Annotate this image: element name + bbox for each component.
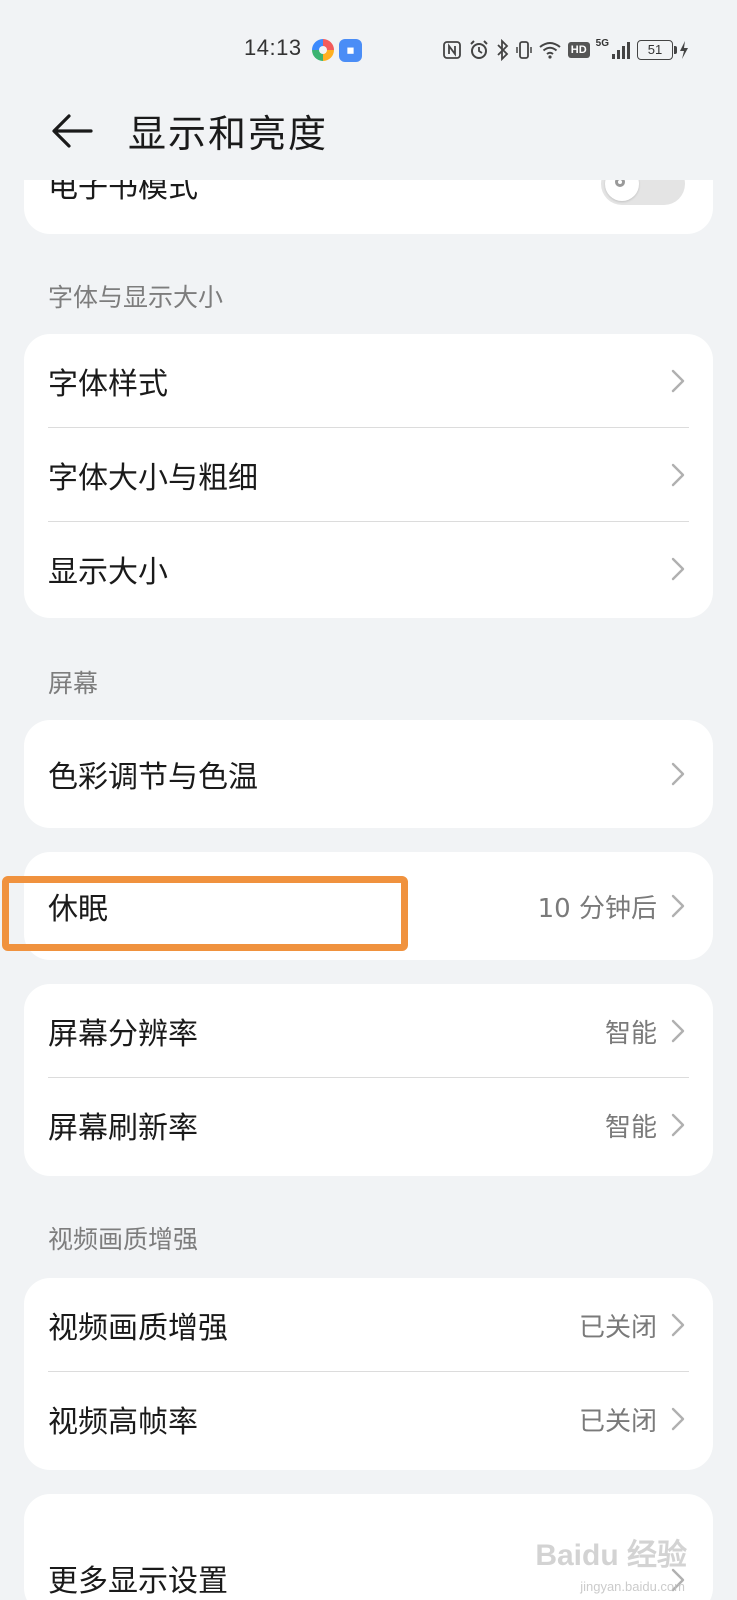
charging-icon [680,41,688,59]
bank-app-notification-icon: ◼ [339,39,362,62]
chevron-right-icon [671,762,685,786]
page-title: 显示和亮度 [128,112,329,156]
chevron-right-icon [671,894,685,918]
ebook-mode-card: 电子书模式 [24,180,713,234]
list-item-font-size-weight[interactable]: 字体大小与粗细 [24,428,713,522]
resolution-card: 屏幕分辨率 智能 屏幕刷新率 智能 [24,984,713,1176]
row-value: 智能 [604,1018,657,1049]
chevron-right-icon [671,1113,685,1137]
chevron-right-icon [671,1407,685,1431]
video-card: 视频画质增强 已关闭 视频高帧率 已关闭 [24,1278,713,1470]
settings-scroll-area[interactable]: 电子书模式 字体与显示大小 字体样式 字体大小与粗细 显示大小 屏幕 色彩调节与… [0,180,737,1600]
back-button[interactable] [44,106,100,156]
baidu-watermark: Baidu 经验 [535,1539,687,1572]
chevron-right-icon [671,1019,685,1043]
row-label: 字体样式 [48,367,168,402]
chevron-right-icon [671,557,685,581]
list-item-font-style[interactable]: 字体样式 [24,334,713,428]
back-arrow-icon [52,114,93,148]
row-value: 智能 [604,1112,657,1143]
list-item-screen-resolution[interactable]: 屏幕分辨率 智能 [24,984,713,1078]
row-label: 屏幕分辨率 [48,1017,198,1052]
color-card: 色彩调节与色温 [24,720,713,828]
alarm-icon [470,40,488,59]
list-item-video-enhance[interactable]: 视频画质增强 已关闭 [24,1278,713,1372]
row-label: 字体大小与粗细 [48,461,258,496]
row-value: 已关闭 [578,1406,657,1437]
list-item-video-high-framerate[interactable]: 视频高帧率 已关闭 [24,1372,713,1466]
system-icons: HD 5G 51 [442,36,689,64]
app-notification-icon [312,39,334,61]
baidu-watermark-url: jingyan.baidu.com [580,1579,685,1594]
toggle-knob [605,180,639,201]
row-label: 视频高帧率 [48,1405,198,1440]
row-label: 显示大小 [48,555,168,590]
row-label: 色彩调节与色温 [48,760,258,795]
list-item-sleep[interactable]: 休眠 10 分钟后 [24,852,713,960]
sleep-value: 10 分钟后 [537,893,657,924]
nfc-icon [442,41,461,59]
row-label: 屏幕刷新率 [48,1111,198,1146]
chevron-right-icon [671,1313,685,1337]
settings-screen: 14:13 ◼ HD 5G 51 显示和亮度 电子书模式 字体与显示大小 字体样… [0,0,737,1600]
wifi-icon [539,42,561,59]
network-type-label: 5G [595,38,609,49]
list-item-refresh-rate[interactable]: 屏幕刷新率 智能 [24,1078,713,1172]
battery-indicator: 51 [637,40,677,60]
ebook-mode-row[interactable]: 电子书模式 [24,180,713,234]
ebook-mode-label: 电子书模式 [48,180,198,205]
hd-voice-badge: HD [567,42,590,58]
vibrate-icon [516,41,532,59]
sleep-card: 休眠 10 分钟后 [24,852,713,960]
signal-icon [612,42,630,59]
row-value: 已关闭 [578,1312,657,1343]
status-bar: 14:13 ◼ HD 5G 51 [0,0,737,100]
section-title-font: 字体与显示大小 [48,283,224,312]
bluetooth-icon [497,39,509,61]
font-settings-card: 字体样式 字体大小与粗细 显示大小 [24,334,713,618]
status-time: 14:13 [244,35,302,60]
app-header: 显示和亮度 [0,100,737,180]
section-title-video: 视频画质增强 [48,1225,199,1254]
row-label: 休眠 [48,892,108,927]
list-item-display-size[interactable]: 显示大小 [24,522,713,616]
ebook-mode-toggle[interactable] [601,180,685,205]
section-title-screen: 屏幕 [48,669,99,698]
chevron-right-icon [671,369,685,393]
row-label: 视频画质增强 [48,1311,228,1346]
list-item-color-temperature[interactable]: 色彩调节与色温 [24,720,713,828]
chevron-right-icon [671,463,685,487]
